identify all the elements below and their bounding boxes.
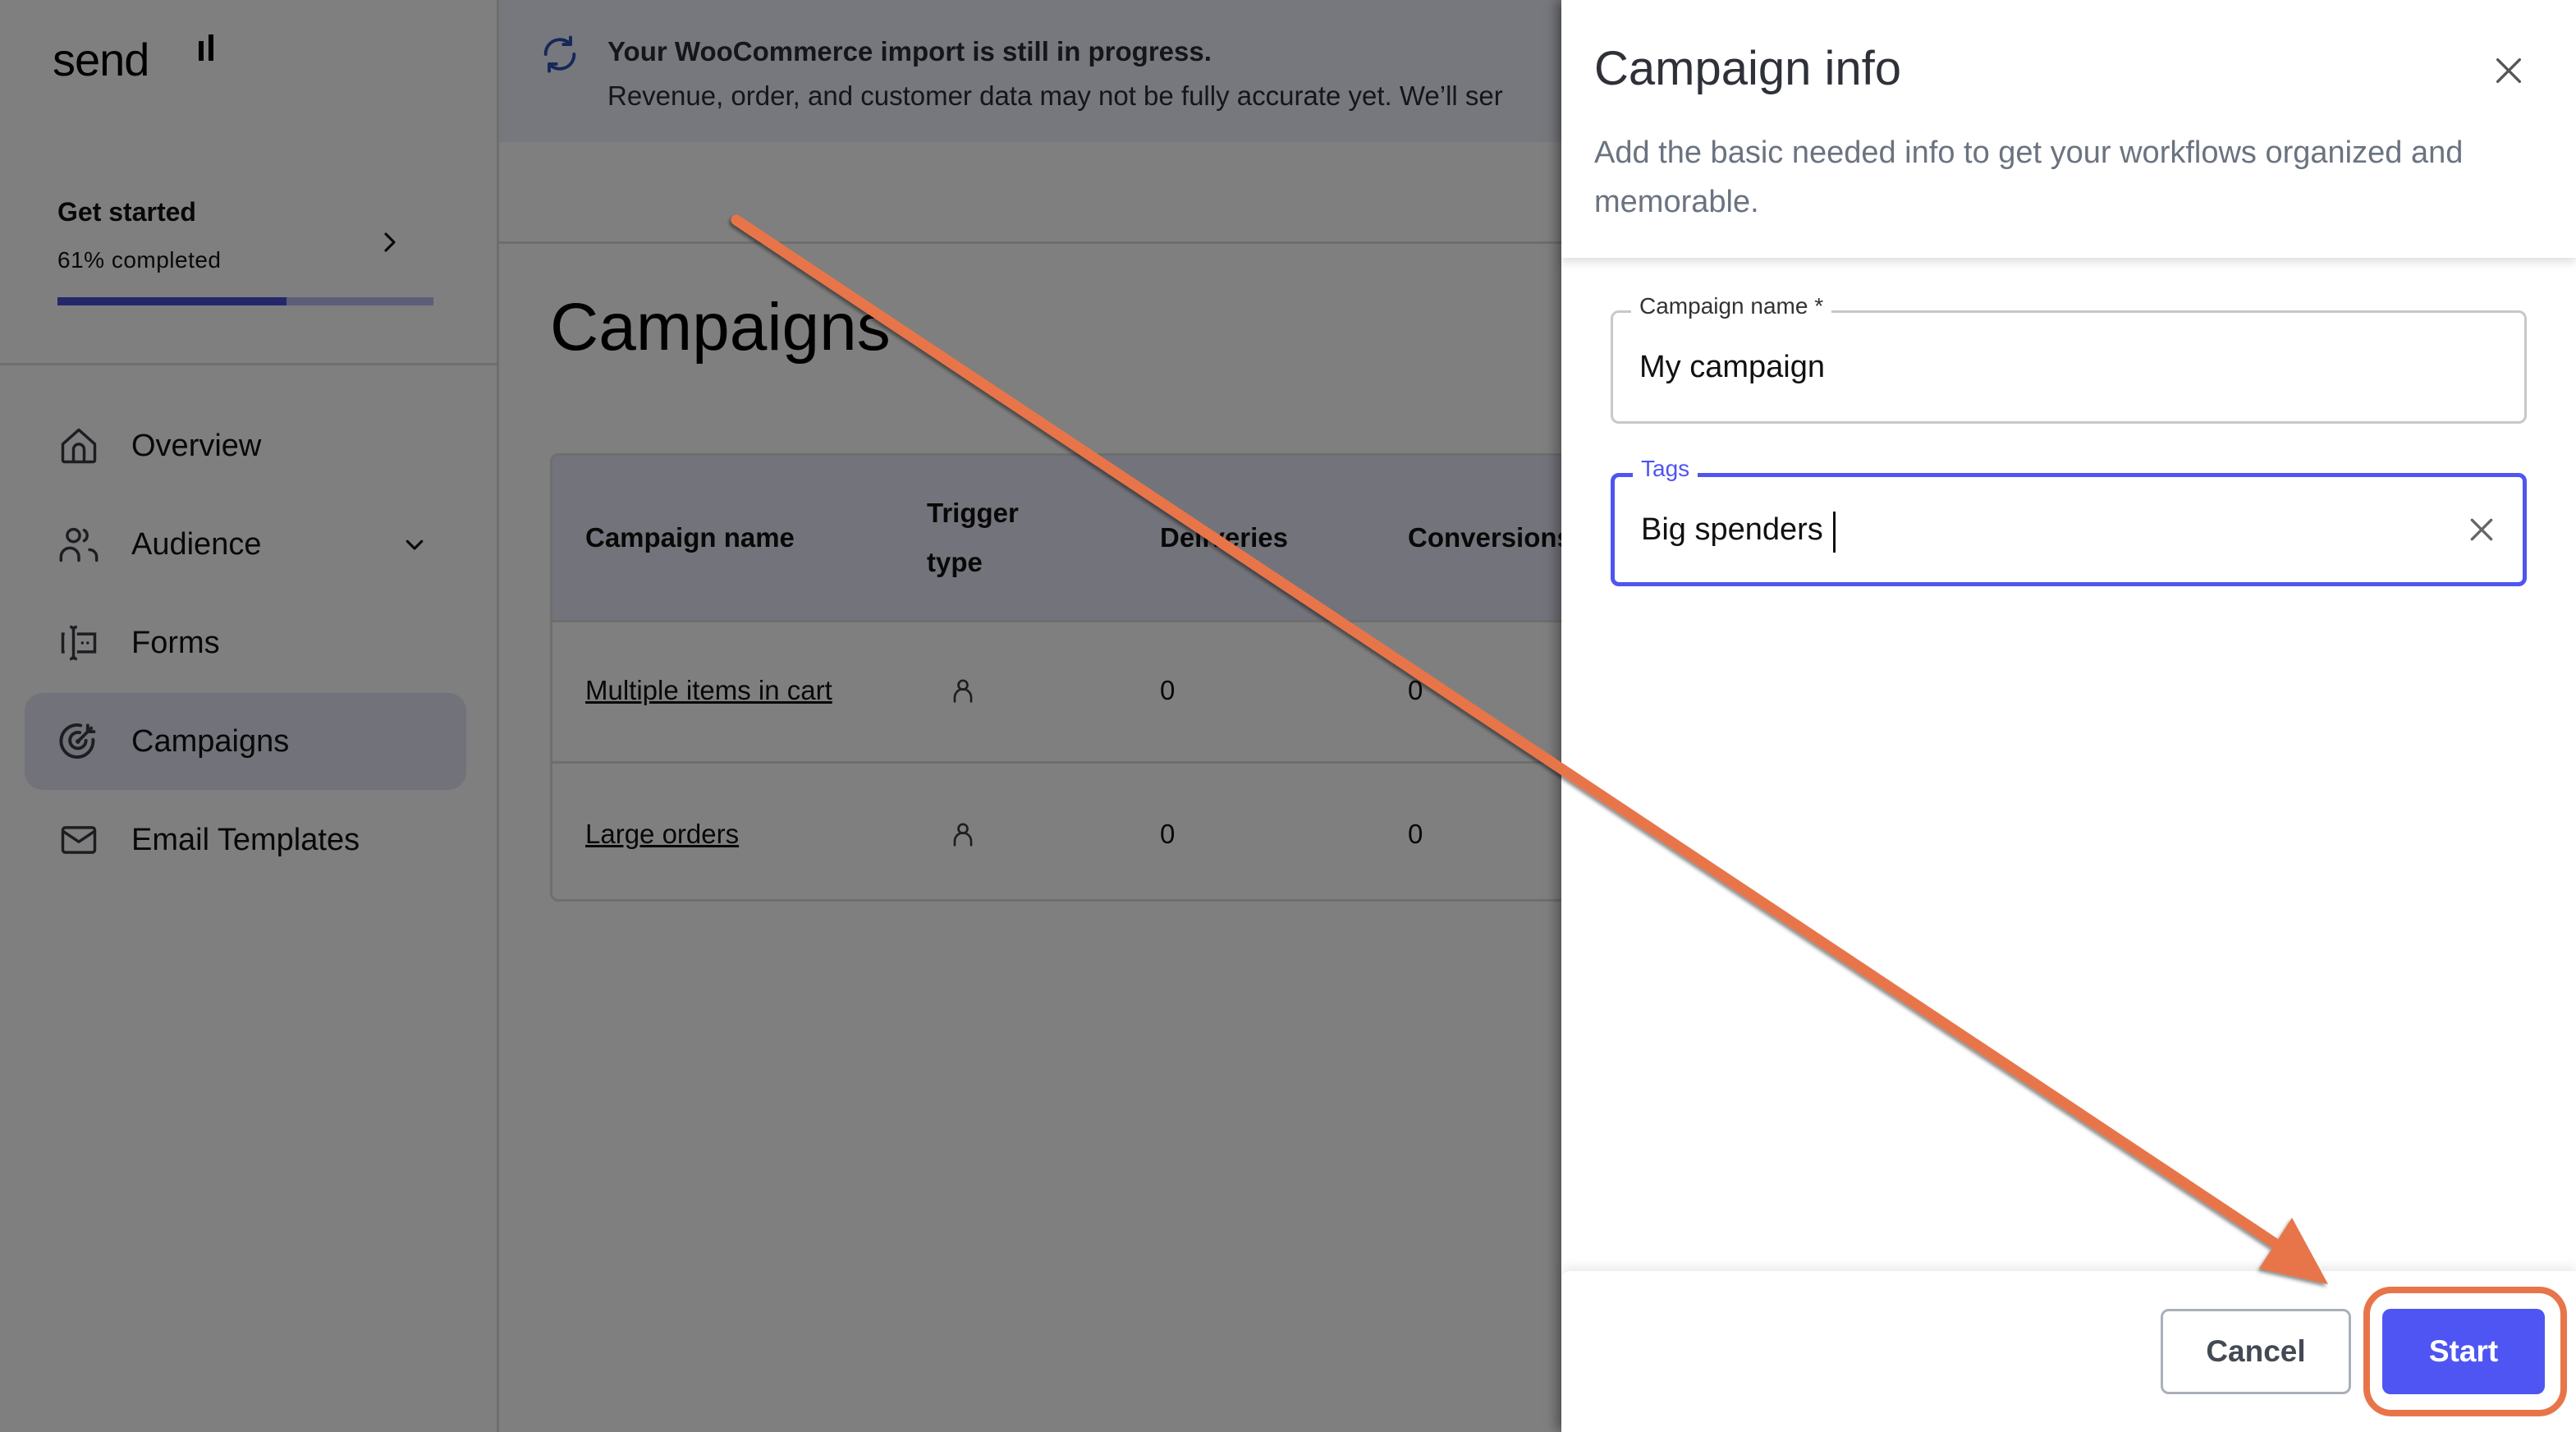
campaign-info-drawer: Campaign info Add the basic needed info … — [1561, 0, 2576, 1432]
cancel-button[interactable]: Cancel — [2161, 1309, 2351, 1394]
campaign-name-input[interactable] — [1639, 313, 2444, 421]
drawer-footer: Cancel Start — [1561, 1271, 2576, 1432]
tags-field[interactable]: Tags — [1611, 456, 2527, 586]
campaign-name-field[interactable]: Campaign name * — [1611, 293, 2527, 424]
drawer-title: Campaign info — [1594, 42, 1901, 95]
start-button[interactable]: Start — [2382, 1309, 2545, 1394]
text-caret — [1833, 512, 1836, 553]
drawer-subtitle: Add the basic needed info to get your wo… — [1594, 135, 2464, 219]
tags-input[interactable] — [1641, 475, 2445, 584]
clear-icon[interactable] — [2465, 513, 2498, 546]
close-icon[interactable] — [2492, 54, 2525, 87]
modal-backdrop[interactable] — [0, 0, 1561, 1432]
drawer-header: Campaign info Add the basic needed info … — [1561, 0, 2576, 258]
